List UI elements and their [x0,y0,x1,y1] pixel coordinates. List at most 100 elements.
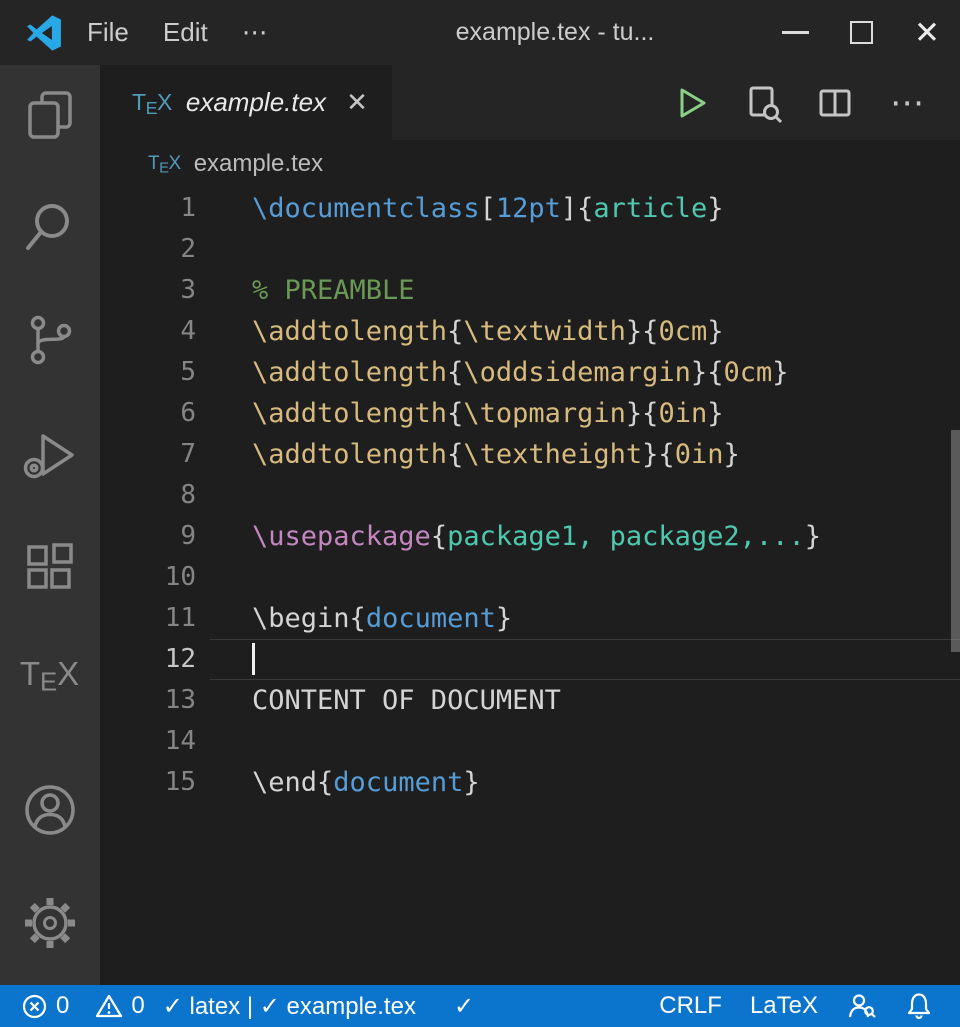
line-content[interactable]: \addtolength{\oddsidemargin}{0cm} [210,352,960,393]
code-token: { [350,603,366,634]
eol-label: CRLF [659,992,722,1020]
line-number[interactable]: 13 [100,680,210,721]
code-token: } [772,357,788,388]
line-number[interactable]: 2 [100,229,210,270]
minimize-button[interactable] [762,0,828,65]
activity-item-latex-workshop[interactable]: TEX [0,655,100,693]
line-content[interactable]: \usepackage{package1, package2,...} [210,516,960,557]
notifications-button[interactable] [890,985,948,1027]
activity-item-source-control[interactable] [0,312,100,368]
latex-structure-status[interactable]: ✓ [445,985,483,1027]
person-search-icon [846,991,876,1021]
maximize-icon [850,21,873,44]
tab-example-tex[interactable]: TEX example.tex ✕ [100,65,392,140]
code-token: { [642,316,658,347]
code-token: package1, package2,... [447,521,805,552]
code-token: 0in [658,398,707,429]
line-content[interactable] [210,639,960,680]
close-button[interactable]: ✕ [894,0,960,65]
activity-item-accounts[interactable] [0,782,100,838]
tex-icon: TEX [20,655,80,693]
code-area[interactable]: 1\documentclass[12pt]{article}23% PREAMB… [100,188,960,985]
code-line[interactable]: 2 [100,229,960,270]
code-line[interactable]: 9\usepackage{package1, package2,...} [100,516,960,557]
close-icon: ✕ [914,17,940,48]
breadcrumb-item-file[interactable]: example.tex [194,150,323,178]
code-line[interactable]: 3% PREAMBLE [100,270,960,311]
line-number[interactable]: 11 [100,598,210,639]
line-content[interactable]: \documentclass[12pt]{article} [210,188,960,229]
language-mode-selector[interactable]: LaTeX [736,985,832,1027]
line-number[interactable]: 14 [100,721,210,762]
line-number[interactable]: 15 [100,762,210,803]
code-token: } [642,439,658,470]
code-token: \addtolength [252,439,447,470]
maximize-button[interactable] [828,0,894,65]
line-number[interactable]: 4 [100,311,210,352]
activity-item-settings[interactable] [0,894,100,952]
code-line[interactable]: 14 [100,721,960,762]
line-number[interactable]: 8 [100,475,210,516]
text-cursor [252,643,255,675]
line-number[interactable]: 9 [100,516,210,557]
vscode-logo-icon [26,15,62,51]
line-content[interactable]: CONTENT OF DOCUMENT [210,680,960,721]
editor-actions: ⋯ [670,65,960,140]
line-content[interactable]: % PREAMBLE [210,270,960,311]
code-token: } [707,193,723,224]
line-number[interactable]: 3 [100,270,210,311]
code-token: \usepackage [252,521,431,552]
activity-item-explorer[interactable] [0,87,100,143]
language-label: LaTeX [750,992,818,1020]
code-line[interactable]: 13CONTENT OF DOCUMENT [100,680,960,721]
line-content[interactable]: \addtolength{\textwidth}{0cm} [210,311,960,352]
build-run-button[interactable] [670,82,712,124]
activity-item-extensions[interactable] [0,539,100,595]
code-line[interactable]: 1\documentclass[12pt]{article} [100,188,960,229]
tab-close-icon[interactable]: ✕ [346,87,368,118]
latex-build-status[interactable]: ✓ latex | ✓ example.tex [154,985,425,1027]
line-content[interactable]: \begin{document} [210,598,960,639]
editor-more-actions[interactable]: ⋯ [886,82,928,124]
line-number[interactable]: 12 [100,639,210,680]
line-number[interactable]: 1 [100,188,210,229]
line-content[interactable]: \addtolength{\topmargin}{0in} [210,393,960,434]
code-token: [ [480,193,496,224]
line-content[interactable] [210,229,960,270]
code-token: \documentclass [252,193,480,224]
eol-selector[interactable]: CRLF [645,985,736,1027]
code-line[interactable]: 10 [100,557,960,598]
scrollbar-thumb[interactable] [951,430,960,652]
line-number[interactable]: 7 [100,434,210,475]
line-content[interactable]: \end{document} [210,762,960,803]
activity-item-run-debug[interactable] [0,427,100,483]
main-area: TEX [0,65,960,985]
line-number[interactable]: 5 [100,352,210,393]
line-content[interactable] [210,721,960,762]
line-content[interactable] [210,557,960,598]
menu-more[interactable]: ⋯ [225,0,285,65]
code-line[interactable]: 6\addtolength{\topmargin}{0in} [100,393,960,434]
line-content[interactable] [210,475,960,516]
menu-file[interactable]: File [70,0,146,65]
code-line[interactable]: 4\addtolength{\textwidth}{0cm} [100,311,960,352]
line-number[interactable]: 10 [100,557,210,598]
vscode-window: File Edit ⋯ example.tex - tu... ✕ [0,0,960,1027]
code-line[interactable]: 12 [100,639,960,680]
code-line[interactable]: 11\begin{document} [100,598,960,639]
code-line[interactable]: 8 [100,475,960,516]
problems-indicator[interactable]: 0 0 [12,985,154,1027]
account-icon [22,782,78,838]
account-status[interactable] [832,985,890,1027]
code-token: 0cm [658,316,707,347]
code-line[interactable]: 7\addtolength{\textheight}{0in} [100,434,960,475]
split-editor-button[interactable] [814,82,856,124]
activity-item-search[interactable] [0,199,100,255]
code-line[interactable]: 15\end{document} [100,762,960,803]
view-pdf-button[interactable] [742,82,784,124]
code-line[interactable]: 5\addtolength{\oddsidemargin}{0cm} [100,352,960,393]
menu-edit[interactable]: Edit [146,0,225,65]
line-content[interactable]: \addtolength{\textheight}{0in} [210,434,960,475]
line-number[interactable]: 6 [100,393,210,434]
menu-bar: File Edit ⋯ [70,0,285,65]
